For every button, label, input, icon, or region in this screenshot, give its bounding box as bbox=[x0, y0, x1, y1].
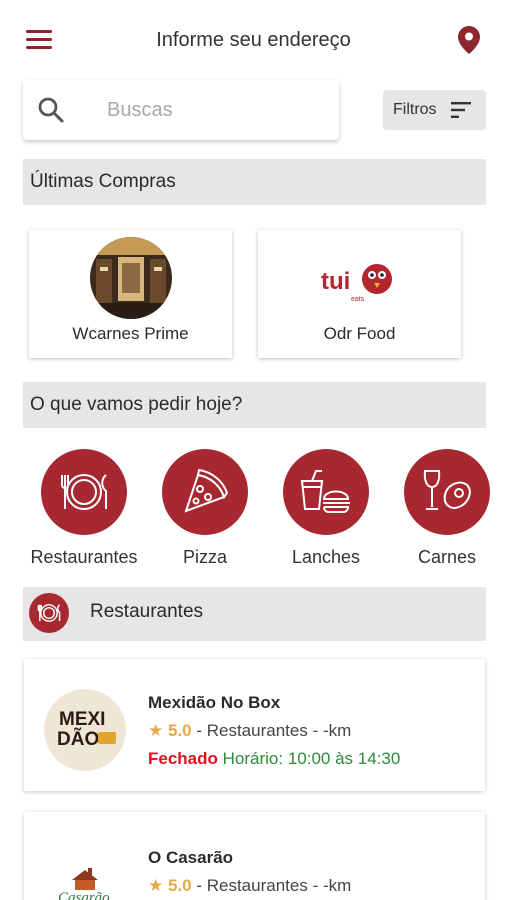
svg-text:MEXI: MEXI bbox=[59, 709, 105, 730]
restaurants-title: Restaurantes bbox=[90, 601, 204, 622]
location-pin-icon[interactable] bbox=[458, 26, 480, 54]
star-icon: ★ bbox=[148, 876, 164, 895]
recent-card-wcarnes[interactable]: Wcarnes Prime bbox=[29, 230, 232, 358]
category-restaurantes[interactable]: Restaurantes bbox=[29, 449, 139, 568]
search-box bbox=[23, 80, 339, 140]
search-input[interactable] bbox=[107, 94, 327, 126]
store-photo bbox=[90, 237, 172, 319]
search-icon bbox=[37, 96, 65, 124]
svg-text:Casarão: Casarão bbox=[58, 890, 110, 900]
restaurants-header: Restaurantes bbox=[23, 587, 486, 641]
category-pizza[interactable]: Pizza bbox=[150, 449, 260, 568]
restaurant-name: Mexidão No Box bbox=[148, 693, 281, 712]
restaurant-category-distance: - Restaurantes - -km bbox=[191, 876, 352, 895]
restaurant-card-casarao[interactable]: Casarão O Casarão ★ 5.0 - Restaurantes -… bbox=[24, 812, 485, 900]
restaurant-name: O Casarão bbox=[148, 848, 234, 867]
filters-label: Filtros bbox=[393, 101, 437, 118]
plate-cutlery-icon bbox=[41, 449, 127, 535]
category-lanches[interactable]: Lanches bbox=[271, 449, 381, 568]
category-label: Pizza bbox=[182, 547, 227, 567]
restaurant-meta: ★ 5.0 - Restaurantes - -km bbox=[148, 876, 351, 896]
star-icon: ★ bbox=[148, 721, 164, 740]
svg-text:DÃO: DÃO bbox=[57, 728, 99, 750]
top-bar: Informe seu endereço bbox=[0, 0, 507, 80]
recent-purchases-header: Últimas Compras bbox=[23, 159, 486, 205]
recent-store-name: Wcarnes Prime bbox=[72, 324, 189, 343]
wine-steak-icon bbox=[404, 449, 490, 535]
restaurant-logo: MEXI DÃO bbox=[44, 689, 126, 771]
status-closed: Fechado bbox=[148, 749, 218, 768]
category-label: Carnes bbox=[417, 547, 477, 567]
recent-purchases-title: Últimas Compras bbox=[30, 171, 176, 192]
opening-hours: Horário: 10:00 às 14:30 bbox=[222, 749, 401, 768]
pizza-icon bbox=[162, 449, 248, 535]
restaurant-card-mexidao[interactable]: MEXI DÃO Mexidão No Box ★ 5.0 - Restaura… bbox=[24, 659, 485, 791]
restaurant-category-distance: - Restaurantes - -km bbox=[191, 721, 352, 740]
svg-text:eats: eats bbox=[351, 296, 365, 303]
category-label: Lanches bbox=[291, 547, 361, 567]
restaurant-meta: ★ 5.0 - Restaurantes - -km bbox=[148, 721, 351, 741]
categories-header: O que vamos pedir hoje? bbox=[23, 382, 486, 428]
filter-sort-icon bbox=[451, 102, 471, 118]
restaurant-logo: Casarão bbox=[44, 840, 126, 900]
recent-card-odr-food[interactable]: tui eats Odr Food bbox=[258, 230, 461, 358]
plate-cutlery-icon bbox=[29, 593, 69, 633]
restaurant-rating: 5.0 bbox=[167, 876, 192, 895]
filters-button[interactable]: Filtros bbox=[383, 90, 486, 130]
store-logo: tui eats bbox=[319, 237, 401, 319]
category-label: Restaurantes bbox=[30, 547, 138, 567]
svg-text:tui: tui bbox=[321, 268, 350, 295]
restaurant-rating: 5.0 bbox=[167, 721, 192, 740]
recent-store-name: Odr Food bbox=[323, 324, 396, 343]
restaurant-status: Fechado Horário: 10:00 às 14:30 bbox=[148, 749, 400, 769]
category-carnes[interactable]: Carnes bbox=[392, 449, 502, 568]
categories-title: O que vamos pedir hoje? bbox=[30, 394, 243, 415]
address-title[interactable]: Informe seu endereço bbox=[0, 29, 507, 52]
burger-drink-icon bbox=[283, 449, 369, 535]
